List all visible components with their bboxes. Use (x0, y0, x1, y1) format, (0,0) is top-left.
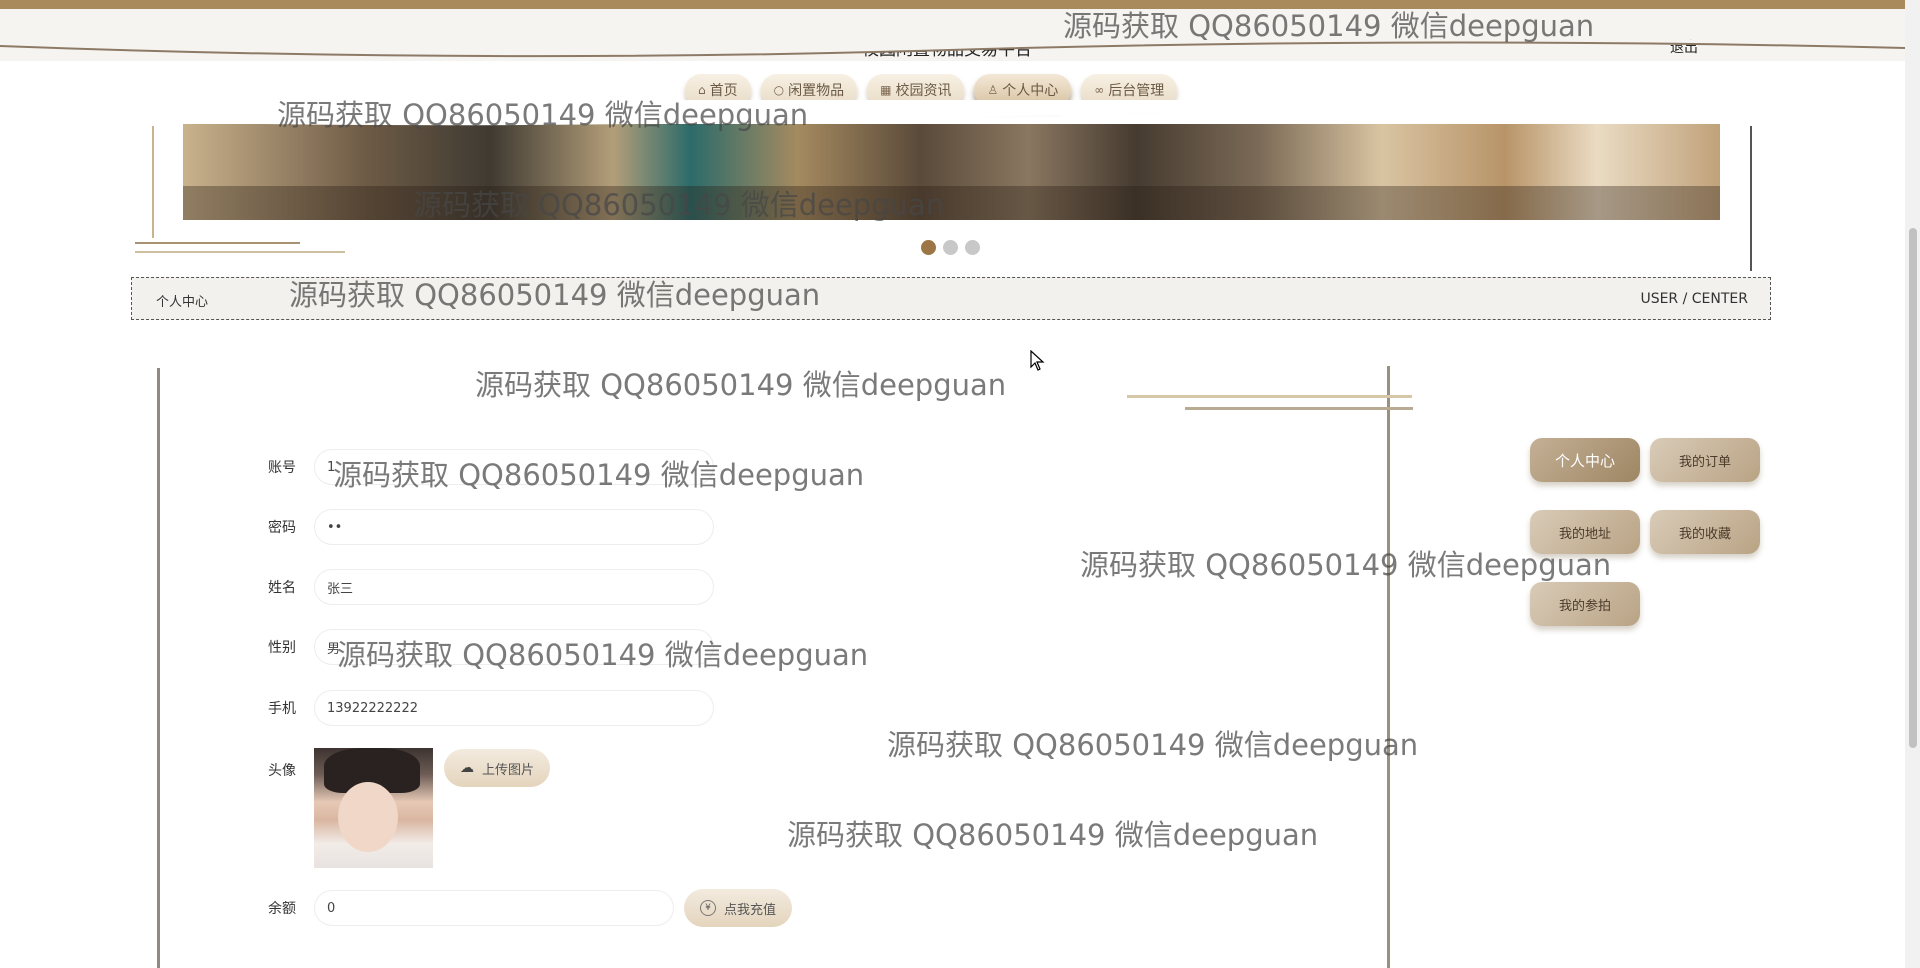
nav-home-label: 首页 (709, 83, 738, 99)
name-input[interactable]: 张三 (314, 569, 714, 605)
avatar-image (314, 748, 433, 868)
phone-input[interactable]: 13922222222 (314, 690, 714, 726)
side-personal-center-button[interactable]: 个人中心 (1530, 438, 1640, 482)
upload-image-button[interactable]: ☁ 上传图片 (444, 749, 551, 787)
avatar-row: 头像 (268, 760, 314, 780)
decorative-line (152, 126, 154, 238)
top-accent-stripe (0, 0, 1920, 9)
mouse-cursor-icon (1030, 350, 1045, 371)
decorative-line (1127, 395, 1412, 398)
recharge-button[interactable]: ¥ 点我充值 (684, 889, 793, 927)
section-header: 个人中心 USER / CENTER (131, 277, 1771, 320)
avatar-label: 头像 (268, 763, 296, 779)
circle-icon: ○ (773, 83, 785, 97)
recharge-label: 点我充值 (724, 902, 777, 918)
banner-shelf-shade (183, 186, 1720, 220)
carousel-dot[interactable] (943, 240, 958, 255)
banner-wave-edge (150, 100, 1710, 126)
phone-label: 手机 (268, 701, 296, 717)
account-input[interactable]: 1 (314, 449, 714, 485)
carousel-dot[interactable] (965, 240, 980, 255)
scrollbar-thumb[interactable] (1909, 228, 1917, 748)
page-scrollbar[interactable] (1905, 0, 1920, 968)
watermark-text: 源码获取 QQ86050149 微信deepguan (887, 728, 1419, 762)
home-icon: ⌂ (698, 83, 706, 97)
watermark-text: 源码获取 QQ86050149 微信deepguan (475, 368, 1007, 402)
watermark-text: 源码获取 QQ86050149 微信deepguan (787, 818, 1319, 852)
side-my-favorites-button[interactable]: 我的收藏 (1650, 510, 1760, 554)
decorative-line (135, 242, 300, 244)
upload-image-label: 上传图片 (482, 762, 535, 778)
account-label: 账号 (268, 460, 296, 476)
password-row: 密码 •• (268, 509, 714, 545)
carousel-dot[interactable] (921, 240, 936, 255)
avatar-face-shape (338, 782, 398, 852)
nav-campus-news-label: 校园资讯 (895, 83, 952, 99)
gender-row: 性别 男 (268, 629, 714, 665)
section-title: 个人中心 (156, 295, 209, 310)
password-label: 密码 (268, 520, 296, 536)
balance-input[interactable]: 0 (314, 890, 674, 926)
decorative-line (157, 368, 160, 968)
grid-icon: ▦ (880, 83, 892, 97)
nav-admin-label: 后台管理 (1108, 83, 1165, 99)
balance-label: 余额 (268, 901, 296, 917)
decorative-line (135, 251, 345, 253)
side-my-address-button[interactable]: 我的地址 (1530, 510, 1640, 554)
decorative-line (1185, 407, 1413, 410)
carousel-banner-image[interactable] (183, 124, 1720, 220)
nav-personal-center-label: 个人中心 (1002, 83, 1059, 99)
decorative-line (1387, 366, 1390, 968)
user-icon: ♙ (987, 83, 999, 97)
cloud-upload-icon: ☁ (460, 760, 474, 776)
balance-row: 余额 0 (268, 890, 674, 926)
name-label: 姓名 (268, 580, 296, 596)
side-my-auctions-button[interactable]: 我的参拍 (1530, 582, 1640, 626)
section-subtitle: USER / CENTER (1640, 291, 1748, 307)
password-input[interactable]: •• (314, 509, 714, 545)
header-wave-divider (0, 40, 1905, 58)
account-row: 账号 1 (268, 449, 714, 485)
link-icon: ∞ (1094, 83, 1105, 97)
name-row: 姓名 张三 (268, 569, 714, 605)
gender-select[interactable]: 男 (314, 629, 714, 665)
phone-row: 手机 13922222222 (268, 690, 714, 726)
nav-idle-items-label: 闲置物品 (788, 83, 845, 99)
yen-circle-icon: ¥ (700, 900, 716, 916)
carousel-dots (921, 240, 980, 255)
side-my-orders-button[interactable]: 我的订单 (1650, 438, 1760, 482)
gender-label: 性别 (268, 640, 296, 656)
decorative-line (1750, 126, 1752, 271)
